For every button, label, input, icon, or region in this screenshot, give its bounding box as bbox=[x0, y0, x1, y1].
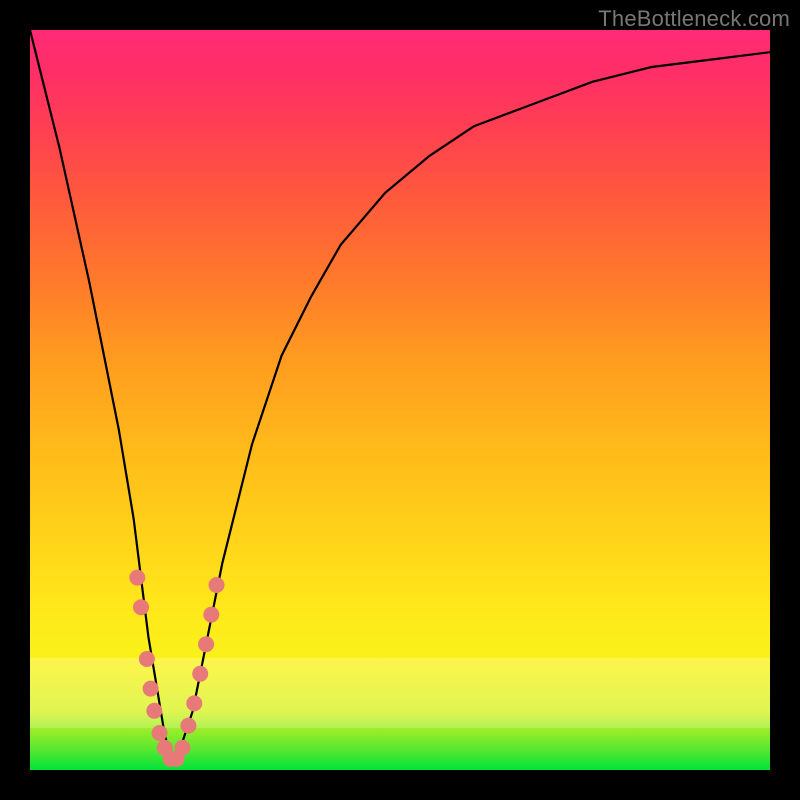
curve-marker bbox=[169, 751, 185, 767]
curve-marker bbox=[209, 577, 225, 593]
curve-marker bbox=[133, 599, 149, 615]
watermark-text: TheBottleneck.com bbox=[598, 6, 790, 32]
curve-marker bbox=[146, 703, 162, 719]
curve-layer bbox=[30, 30, 770, 770]
curve-marker bbox=[152, 725, 168, 741]
curve-marker bbox=[139, 651, 155, 667]
curve-marker bbox=[129, 570, 145, 586]
curve-marker bbox=[180, 718, 196, 734]
curve-marker bbox=[186, 695, 202, 711]
highlight-band bbox=[30, 658, 770, 728]
curve-markers bbox=[129, 570, 224, 767]
curve-marker bbox=[192, 666, 208, 682]
curve-marker bbox=[203, 607, 219, 623]
chart-frame: TheBottleneck.com bbox=[0, 0, 800, 800]
curve-marker bbox=[174, 740, 190, 756]
curve-marker bbox=[198, 636, 214, 652]
plot-area bbox=[30, 30, 770, 770]
bottleneck-curve bbox=[30, 30, 770, 763]
curve-marker bbox=[157, 740, 173, 756]
curve-marker bbox=[163, 751, 179, 767]
curve-marker bbox=[143, 681, 159, 697]
